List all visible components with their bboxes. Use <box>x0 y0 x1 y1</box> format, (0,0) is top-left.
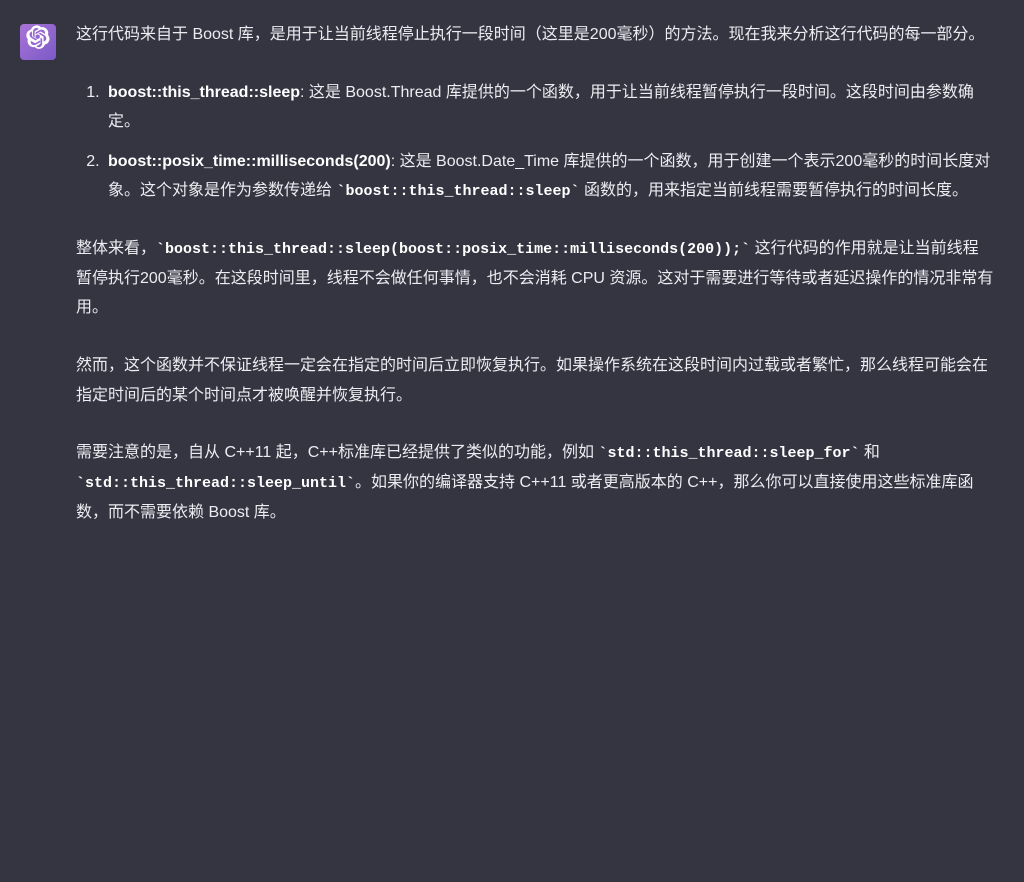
list-item: boost::this_thread::sleep: 这是 Boost.Thre… <box>104 78 994 137</box>
assistant-message: 这行代码来自于 Boost 库，是用于让当前线程停止执行一段时间（这里是200毫… <box>20 20 994 527</box>
caveat-paragraph: 然而，这个函数并不保证线程一定会在指定的时间后立即恢复执行。如果操作系统在这段时… <box>76 351 994 410</box>
note-paragraph: 需要注意的是，自从 C++11 起，C++标准库已经提供了类似的功能，例如 `s… <box>76 438 994 527</box>
list-item-term: boost::posix_time::milliseconds(200) <box>108 153 391 170</box>
summary-paragraph: 整体来看，`boost::this_thread::sleep(boost::p… <box>76 234 994 323</box>
list-item: boost::posix_time::milliseconds(200): 这是… <box>104 147 994 206</box>
inline-code: `std::this_thread::sleep_until` <box>76 475 355 492</box>
assistant-avatar <box>20 24 56 60</box>
intro-paragraph: 这行代码来自于 Boost 库，是用于让当前线程停止执行一段时间（这里是200毫… <box>76 20 994 50</box>
inline-code: `std::this_thread::sleep_for` <box>598 445 859 462</box>
message-content: 这行代码来自于 Boost 库，是用于让当前线程停止执行一段时间（这里是200毫… <box>76 20 994 527</box>
para-text: 整体来看， <box>76 240 156 257</box>
inline-code: `boost::this_thread::sleep(boost::posix_… <box>156 241 750 258</box>
openai-logo-icon <box>26 25 50 60</box>
para-text: 需要注意的是，自从 C++11 起，C++标准库已经提供了类似的功能，例如 <box>76 444 598 461</box>
inline-code: `boost::this_thread::sleep` <box>336 183 579 200</box>
list-item-term: boost::this_thread::sleep <box>108 84 300 101</box>
analysis-list: boost::this_thread::sleep: 这是 Boost.Thre… <box>76 78 994 207</box>
para-text: 和 <box>859 444 879 461</box>
list-item-desc-after: 函数的，用来指定当前线程需要暂停执行的时间长度。 <box>580 182 968 199</box>
